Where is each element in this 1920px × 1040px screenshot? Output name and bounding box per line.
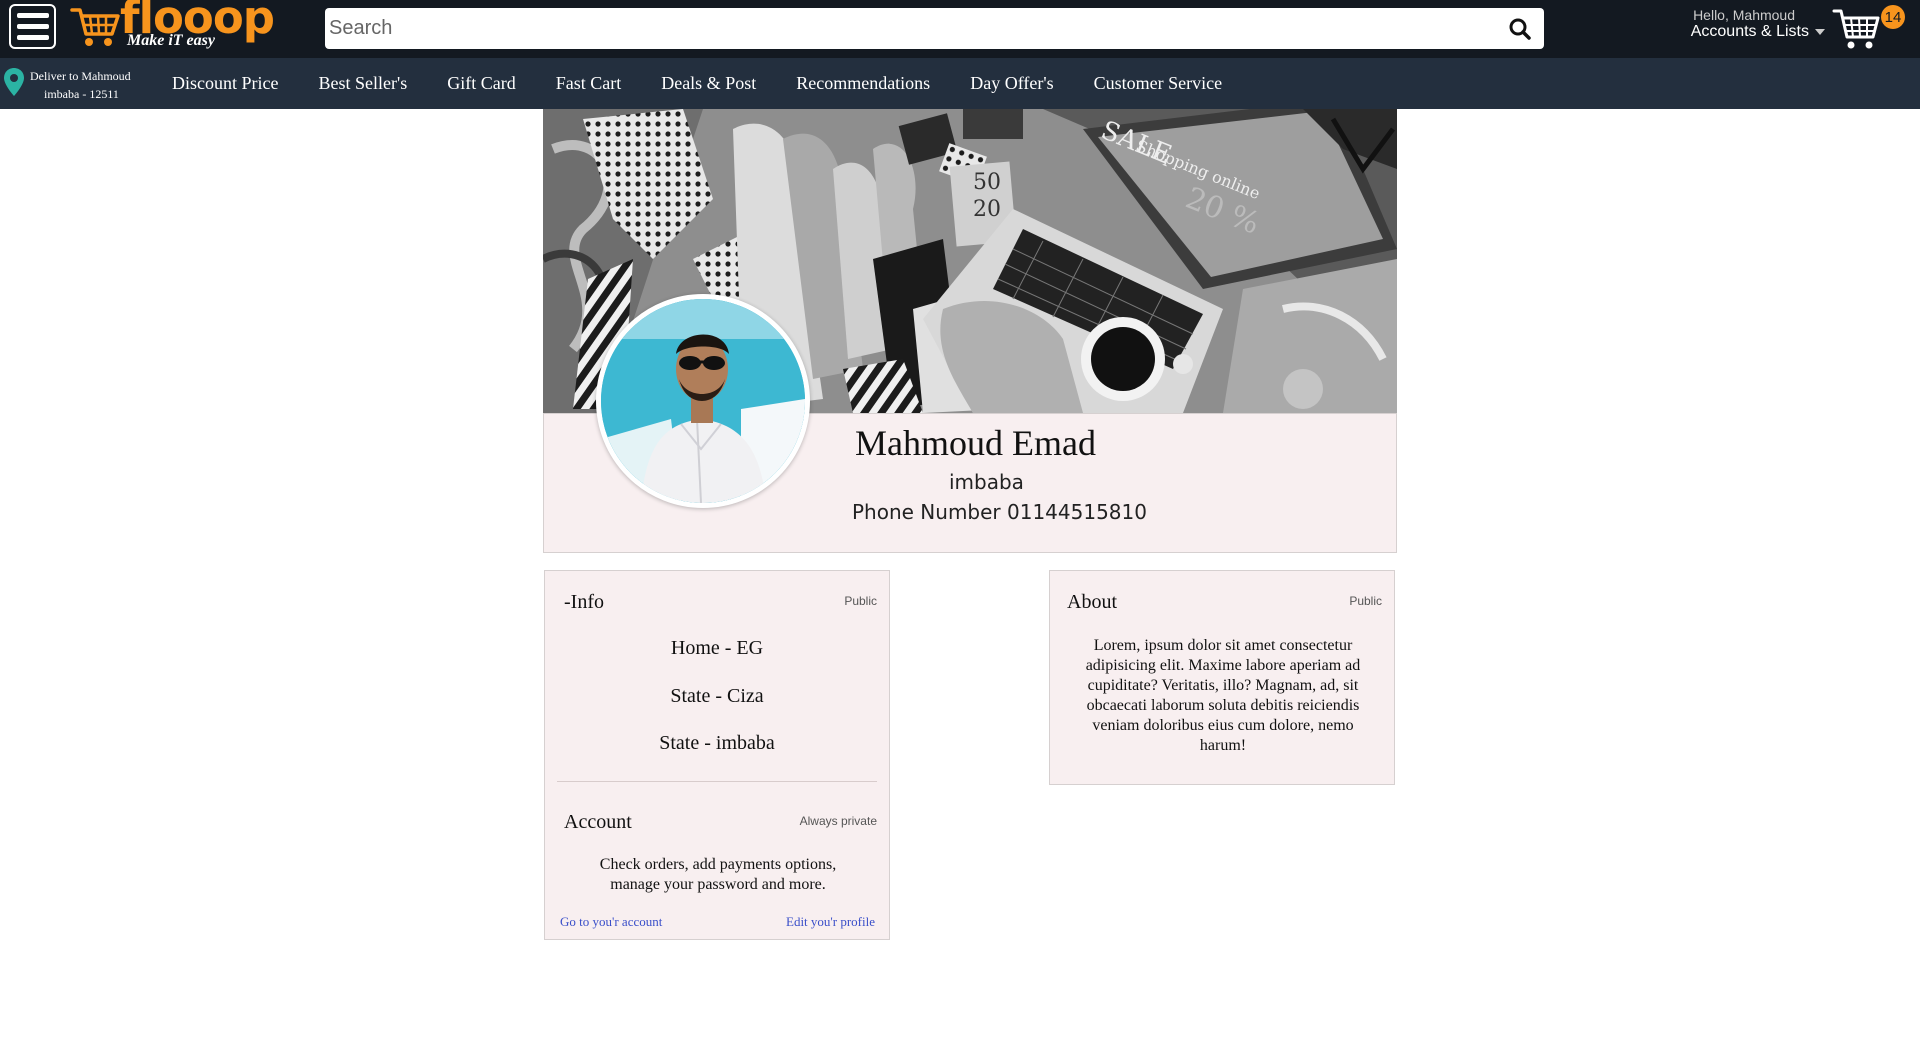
greeting: Hello, Mahmoud	[1693, 7, 1795, 23]
deliver-address: imbaba - 12511	[44, 87, 119, 101]
info-line-state: State - Ciza	[670, 685, 764, 707]
about-visibility-label: Public	[1349, 594, 1382, 608]
cart-count-badge: 14	[1881, 5, 1905, 29]
edit-profile-link[interactable]: Edit you'r profile	[786, 914, 875, 930]
logo[interactable]: flooop Make iT easy	[70, 0, 275, 54]
nav-item-discount-price[interactable]: Discount Price	[172, 73, 278, 94]
nav-item-day-offers[interactable]: Day Offer's	[970, 73, 1053, 94]
about-description: Lorem, ipsum dolor sit amet consectetur …	[1085, 637, 1361, 754]
cart-logo-icon	[70, 8, 120, 46]
nav-item-recommendations[interactable]: Recommendations	[796, 73, 930, 94]
menu-icon-bar	[16, 13, 49, 18]
cart-icon	[1832, 9, 1880, 49]
account-description: Check orders, add payments options, mana…	[599, 856, 837, 893]
profile-phone: Phone Number 01144515810	[852, 500, 1147, 524]
account-card-title: Account	[564, 811, 632, 833]
deliver-name: Deliver to Mahmoud	[30, 69, 131, 83]
tag-price-top: 50	[973, 170, 1001, 195]
nav-item-best-sellers[interactable]: Best Seller's	[318, 73, 407, 94]
card-divider	[557, 781, 877, 782]
search-icon[interactable]	[1496, 8, 1544, 49]
profile-name: Mahmoud Emad	[855, 423, 1096, 463]
menu-button[interactable]	[9, 4, 56, 49]
about-card: About Public Lorem, ipsum dolor sit amet…	[1049, 570, 1395, 785]
info-line-home: Home - EG	[670, 637, 764, 659]
avatar[interactable]	[596, 294, 810, 508]
menu-icon-bar	[16, 35, 49, 40]
go-to-account-link[interactable]: Go to you'r account	[560, 914, 662, 930]
info-line-area: State - imbaba	[659, 732, 775, 754]
info-visibility-label: Public	[844, 594, 877, 608]
logo-tagline: Make iT easy	[127, 32, 215, 49]
search-bar	[325, 8, 1544, 49]
nav-item-customer-service[interactable]: Customer Service	[1094, 73, 1222, 94]
nav-item-deals-post[interactable]: Deals & Post	[661, 73, 756, 94]
nav-item-fast-cart[interactable]: Fast Cart	[556, 73, 622, 94]
search-input[interactable]	[325, 8, 1496, 49]
tag-price-bottom: 20	[973, 197, 1001, 222]
profile-city: imbaba	[949, 470, 1024, 494]
location-pin-icon	[4, 68, 24, 96]
avatar-photo	[601, 299, 805, 503]
info-card-title: -Info	[564, 591, 604, 613]
about-card-title: About	[1067, 591, 1117, 613]
account-visibility-label: Always private	[799, 814, 877, 828]
accounts-lists: Accounts & Lists	[1690, 23, 1825, 41]
nav-menu: Discount Price Best Seller's Gift Card F…	[172, 58, 1262, 109]
caret-down-icon	[1815, 28, 1825, 35]
accounts-lists-label: Accounts & Lists	[1690, 23, 1809, 40]
info-card: -Info Public Home - EG State - Ciza Stat…	[544, 570, 890, 940]
account-menu[interactable]: Hello, Mahmoud Accounts & Lists	[1690, 7, 1825, 41]
menu-icon-bar	[16, 24, 49, 29]
nav-item-gift-card[interactable]: Gift Card	[447, 73, 515, 94]
